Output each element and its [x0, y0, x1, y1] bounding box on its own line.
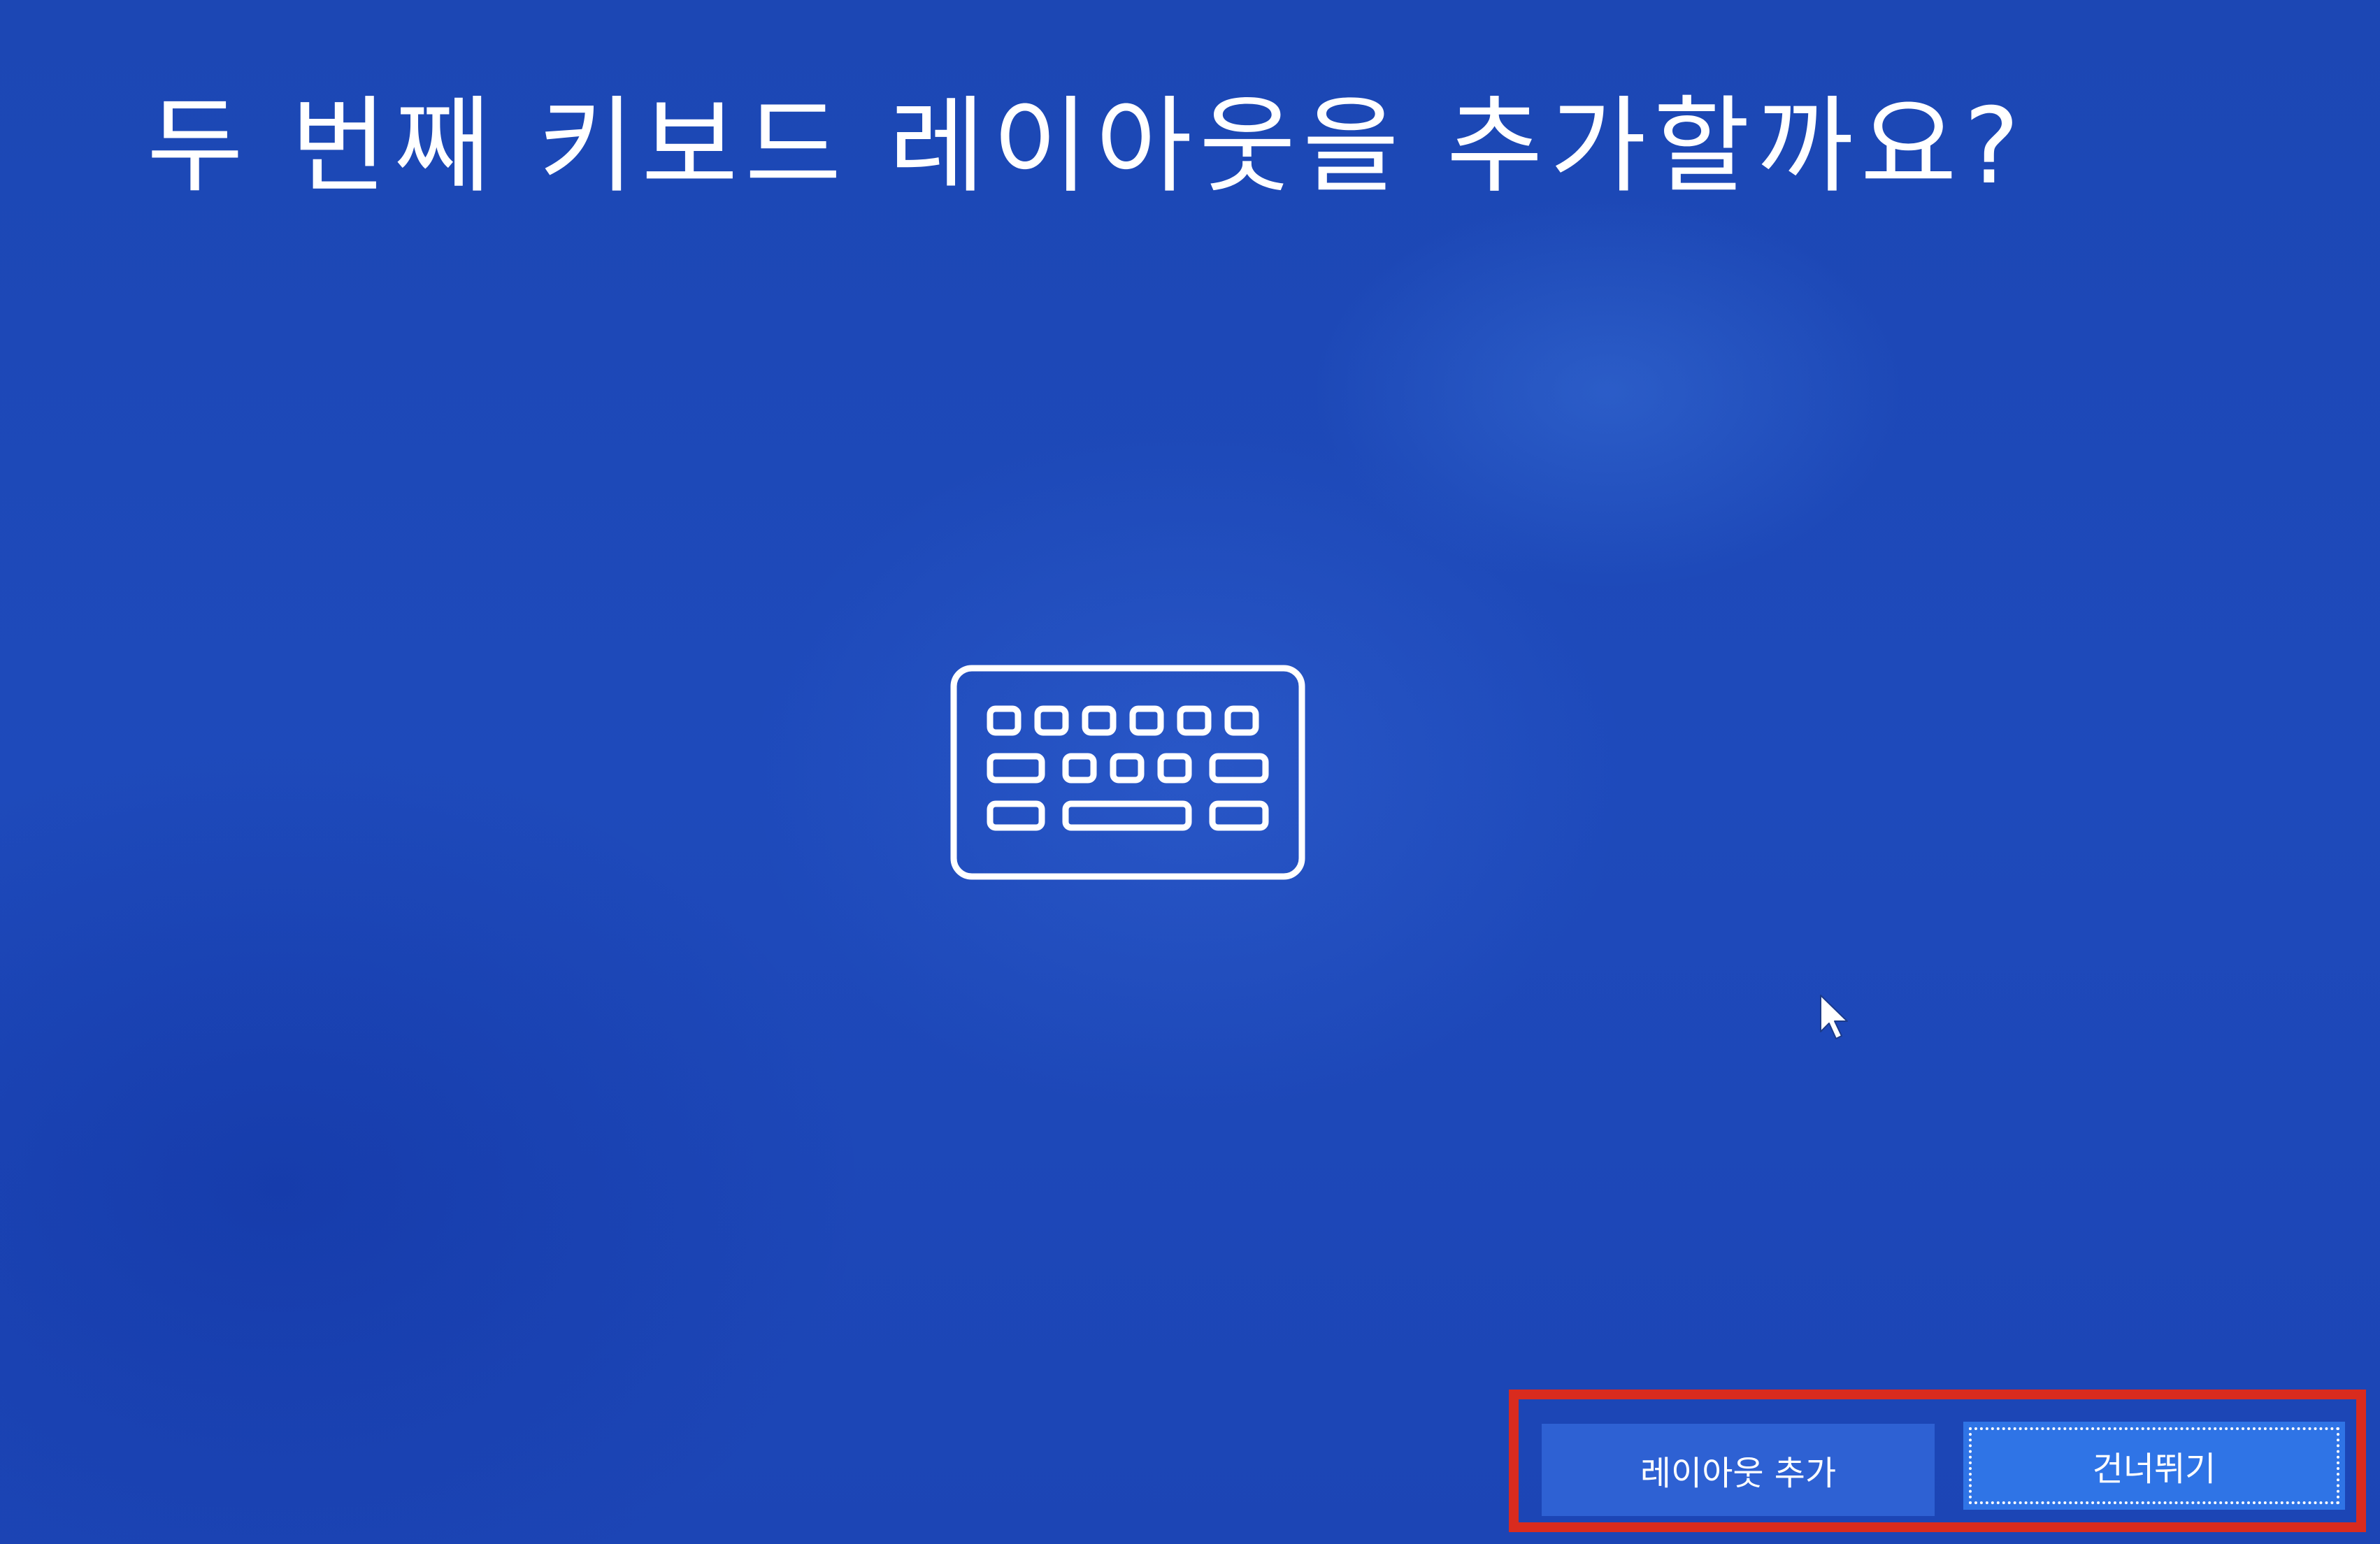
keyboard-icon [950, 665, 1305, 880]
mouse-cursor-icon [1820, 995, 1848, 1039]
skip-button-label: 건너뛰기 [2092, 1450, 2216, 1489]
setup-screen: 두 번째 키보드 레이아웃을 추가할까요? 레이아웃 추가 건너뛰기 [0, 0, 2380, 1544]
skip-button[interactable]: 건너뛰기 [1963, 1422, 2345, 1510]
page-title: 두 번째 키보드 레이아웃을 추가할까요? [147, 86, 2027, 208]
add-layout-button-label: 레이아웃 추가 [1640, 1454, 1837, 1493]
add-layout-button[interactable]: 레이아웃 추가 [1542, 1424, 1935, 1516]
